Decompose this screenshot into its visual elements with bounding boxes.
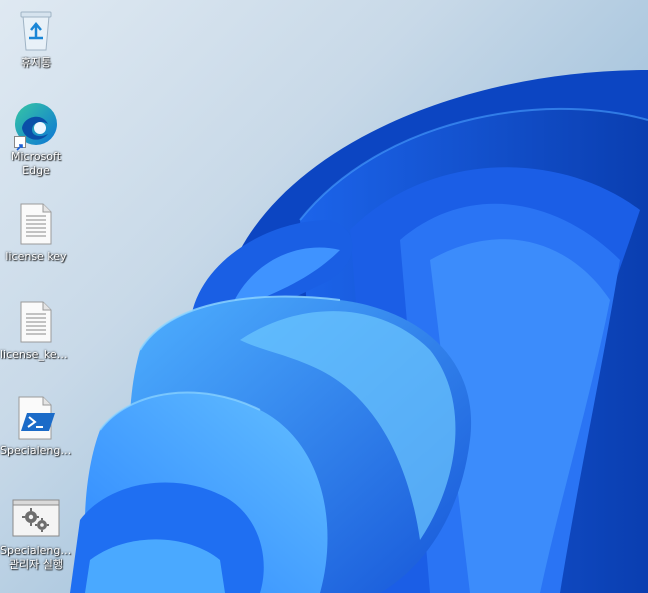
powershell-script-icon [12, 394, 60, 442]
edge-icon [12, 100, 60, 151]
desktop-icon-specialengine-admin[interactable]: Specialengi... 관리자 실행 [0, 494, 72, 572]
desktop-icon-license-key[interactable]: license key [0, 200, 72, 264]
desktop-icon-label: Microsoft Edge [10, 150, 62, 177]
desktop-icon-microsoft-edge[interactable]: Microsoft Edge [0, 100, 72, 178]
text-document-icon [12, 200, 60, 248]
desktop-icon-recycle-bin[interactable]: 휴지통 [0, 6, 72, 70]
shortcut-arrow-icon [14, 136, 26, 151]
desktop-wallpaper [70, 70, 648, 593]
desktop-icon-specialengine-script[interactable]: Specialengi... [0, 394, 72, 458]
desktop-icon-label: 휴지통 [20, 56, 52, 69]
desktop-icon-label: license_key... [0, 348, 72, 361]
settings-gear-icon [12, 494, 60, 542]
text-document-icon [12, 298, 60, 346]
desktop-icon-license-key-2[interactable]: license_key... [0, 298, 72, 362]
desktop-icon-label: license key [5, 250, 67, 263]
recycle-bin-icon [12, 6, 60, 54]
desktop-icon-label: Specialengi... [0, 444, 72, 457]
desktop-icon-label: Specialengi... 관리자 실행 [0, 544, 72, 571]
